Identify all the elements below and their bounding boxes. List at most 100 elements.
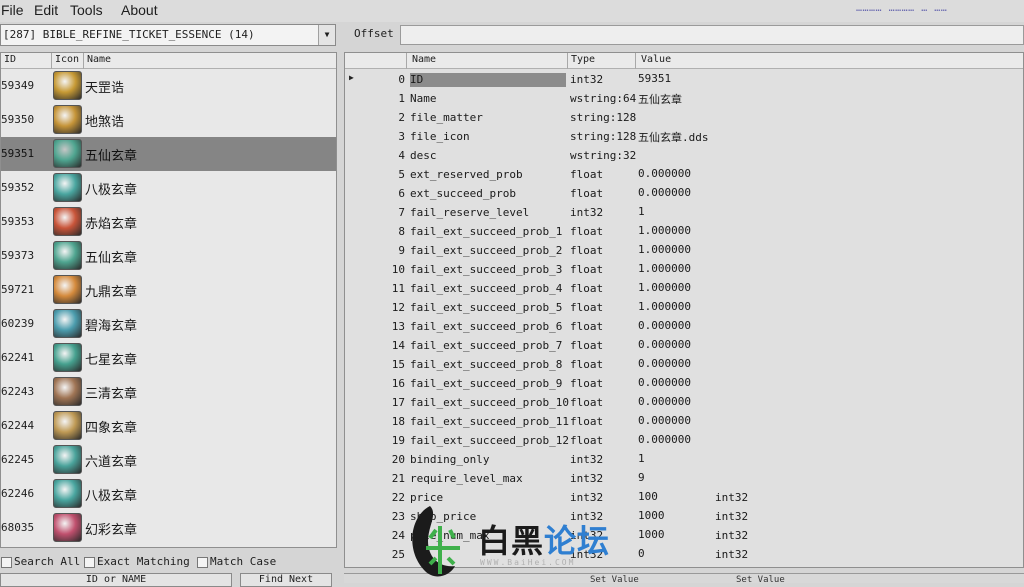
list-item[interactable]: 60239 碧海玄章 — [1, 307, 336, 341]
list-item[interactable]: 59373 五仙玄章 — [1, 239, 336, 273]
list-selector-dropdown[interactable]: [287] BIBLE_REFINE_TICKET_ESSENCE (14) ▼ — [0, 24, 336, 46]
property-value[interactable]: 0.000000 — [638, 167, 691, 180]
item-name: 四象玄章 — [85, 421, 138, 436]
property-value[interactable]: 0.000000 — [638, 395, 691, 408]
column-divider — [406, 53, 407, 69]
property-row[interactable]: 16 fail_ext_succeed_prob_9 float 0.000000 — [345, 374, 1023, 393]
property-value[interactable]: 0.000000 — [638, 319, 691, 332]
property-type: int32 — [570, 73, 604, 86]
property-row[interactable]: 13 fail_ext_succeed_prob_6 float 0.000000 — [345, 317, 1023, 336]
list-item[interactable]: 59353 赤焰玄章 — [1, 205, 336, 239]
property-row[interactable]: 20 binding_only int32 1 — [345, 450, 1023, 469]
find-next-button[interactable]: Find Next — [240, 573, 332, 587]
property-row[interactable]: 21 require_level_max int32 9 — [345, 469, 1023, 488]
match-case-checkbox[interactable] — [197, 557, 208, 568]
property-value[interactable]: 9 — [638, 471, 645, 484]
property-value[interactable]: 0.000000 — [638, 186, 691, 199]
property-row[interactable]: 12 fail_ext_succeed_prob_5 float 1.000000 — [345, 298, 1023, 317]
property-value[interactable]: 1.000000 — [638, 243, 691, 256]
menu-edit[interactable]: Edit — [34, 2, 58, 18]
property-value[interactable]: 0.000000 — [638, 433, 691, 446]
property-type: wstring:32 — [570, 149, 637, 162]
property-name: fail_ext_succeed_prob_10 — [410, 396, 569, 409]
search-input[interactable]: ID or NAME — [0, 573, 232, 587]
property-type: int32 — [570, 453, 604, 466]
top-right-text: ………… ………… … …… — [856, 3, 948, 14]
property-value[interactable]: 1 — [638, 205, 645, 218]
property-index: 10 — [391, 263, 405, 276]
column-header-icon[interactable]: Icon — [55, 54, 79, 65]
list-item[interactable]: 59349 天罡诰 — [1, 69, 336, 103]
item-name: 六道玄章 — [85, 455, 138, 470]
property-row[interactable]: 17 fail_ext_succeed_prob_10 float 0.000000 — [345, 393, 1023, 412]
property-row[interactable]: 10 fail_ext_succeed_prob_3 float 1.000000 — [345, 260, 1023, 279]
item-thumbnail-icon — [53, 411, 82, 440]
property-row[interactable]: 14 fail_ext_succeed_prob_7 float 0.000000 — [345, 336, 1023, 355]
list-item[interactable]: 62243 三清玄章 — [1, 375, 336, 409]
property-index: 19 — [391, 434, 405, 447]
property-value[interactable]: 0.000000 — [638, 414, 691, 427]
property-row[interactable]: 9 fail_ext_succeed_prob_2 float 1.000000 — [345, 241, 1023, 260]
property-value[interactable]: 59351 — [638, 72, 671, 85]
property-row[interactable]: 7 fail_reserve_level int32 1 — [345, 203, 1023, 222]
property-name: fail_reserve_level — [410, 206, 530, 219]
item-thumbnail-icon — [53, 275, 82, 304]
list-item[interactable]: 62245 六道玄章 — [1, 443, 336, 477]
list-item[interactable]: 68035 幻彩玄章 — [1, 511, 336, 545]
property-value[interactable]: 1.000000 — [638, 300, 691, 313]
item-name: 赤焰玄章 — [85, 217, 138, 232]
list-item[interactable]: 62241 七星玄章 — [1, 341, 336, 375]
search-all-checkbox[interactable] — [1, 557, 12, 568]
column-header-value[interactable]: Value — [641, 54, 671, 65]
property-index: 3 — [398, 130, 405, 143]
property-value[interactable]: 1.000000 — [638, 224, 691, 237]
list-item[interactable]: 62244 四象玄章 — [1, 409, 336, 443]
list-item[interactable]: 59352 八极玄章 — [1, 171, 336, 205]
set-value-button[interactable]: Set Value — [736, 575, 785, 585]
column-header-prop-name[interactable]: Name — [412, 54, 436, 65]
chevron-down-icon[interactable]: ▼ — [318, 25, 335, 45]
menu-file[interactable]: File — [1, 2, 24, 18]
property-row[interactable]: 2 file_matter string:128 — [345, 108, 1023, 127]
column-header-type[interactable]: Type — [571, 54, 595, 65]
property-row[interactable]: ▶ 0 ID int32 59351 — [345, 70, 1023, 89]
property-value[interactable]: 0.000000 — [638, 376, 691, 389]
column-header-id[interactable]: ID — [4, 54, 16, 65]
property-row[interactable]: 11 fail_ext_succeed_prob_4 float 1.000000 — [345, 279, 1023, 298]
offset-input[interactable] — [400, 25, 1024, 45]
exact-matching-checkbox[interactable] — [84, 557, 95, 568]
property-value[interactable]: 五仙玄章 — [638, 91, 682, 107]
property-value[interactable]: 0.000000 — [638, 357, 691, 370]
property-row[interactable]: 8 fail_ext_succeed_prob_1 float 1.000000 — [345, 222, 1023, 241]
property-value[interactable]: 0.000000 — [638, 338, 691, 351]
property-extra-type: int32 — [715, 548, 749, 561]
property-name: ID — [410, 73, 566, 87]
property-index: 25 — [391, 548, 405, 561]
property-row[interactable]: 19 fail_ext_succeed_prob_12 float 0.000000 — [345, 431, 1023, 450]
item-list-header: ID Icon Name — [1, 53, 336, 69]
list-item[interactable]: 59351 五仙玄章 — [1, 137, 336, 171]
property-value[interactable]: 1.000000 — [638, 281, 691, 294]
property-value[interactable]: 1.000000 — [638, 262, 691, 275]
property-index: 15 — [391, 358, 405, 371]
property-value[interactable]: 1 — [638, 452, 645, 465]
property-value[interactable]: 五仙玄章.dds — [638, 129, 709, 145]
property-row[interactable]: 1 Name wstring:64 五仙玄章 — [345, 89, 1023, 108]
item-id: 59350 — [1, 113, 35, 126]
column-header-name[interactable]: Name — [87, 54, 111, 65]
list-item[interactable]: 59721 九鼎玄章 — [1, 273, 336, 307]
list-item[interactable]: 62246 八极玄章 — [1, 477, 336, 511]
property-row[interactable]: 15 fail_ext_succeed_prob_8 float 0.000000 — [345, 355, 1023, 374]
property-row[interactable]: 3 file_icon string:128 五仙玄章.dds — [345, 127, 1023, 146]
menu-tools[interactable]: Tools — [70, 2, 103, 18]
menu-about[interactable]: About — [121, 2, 158, 18]
property-row[interactable]: 5 ext_reserved_prob float 0.000000 — [345, 165, 1023, 184]
list-item[interactable]: 59350 地煞诰 — [1, 103, 336, 137]
property-name: Name — [410, 92, 437, 105]
property-row[interactable]: 4 desc wstring:32 — [345, 146, 1023, 165]
watermark-emblem-icon — [412, 506, 460, 577]
property-row[interactable]: 18 fail_ext_succeed_prob_11 float 0.000000 — [345, 412, 1023, 431]
property-type: string:128 — [570, 111, 637, 124]
property-name: file_matter — [410, 111, 483, 124]
property-row[interactable]: 6 ext_succeed_prob float 0.000000 — [345, 184, 1023, 203]
